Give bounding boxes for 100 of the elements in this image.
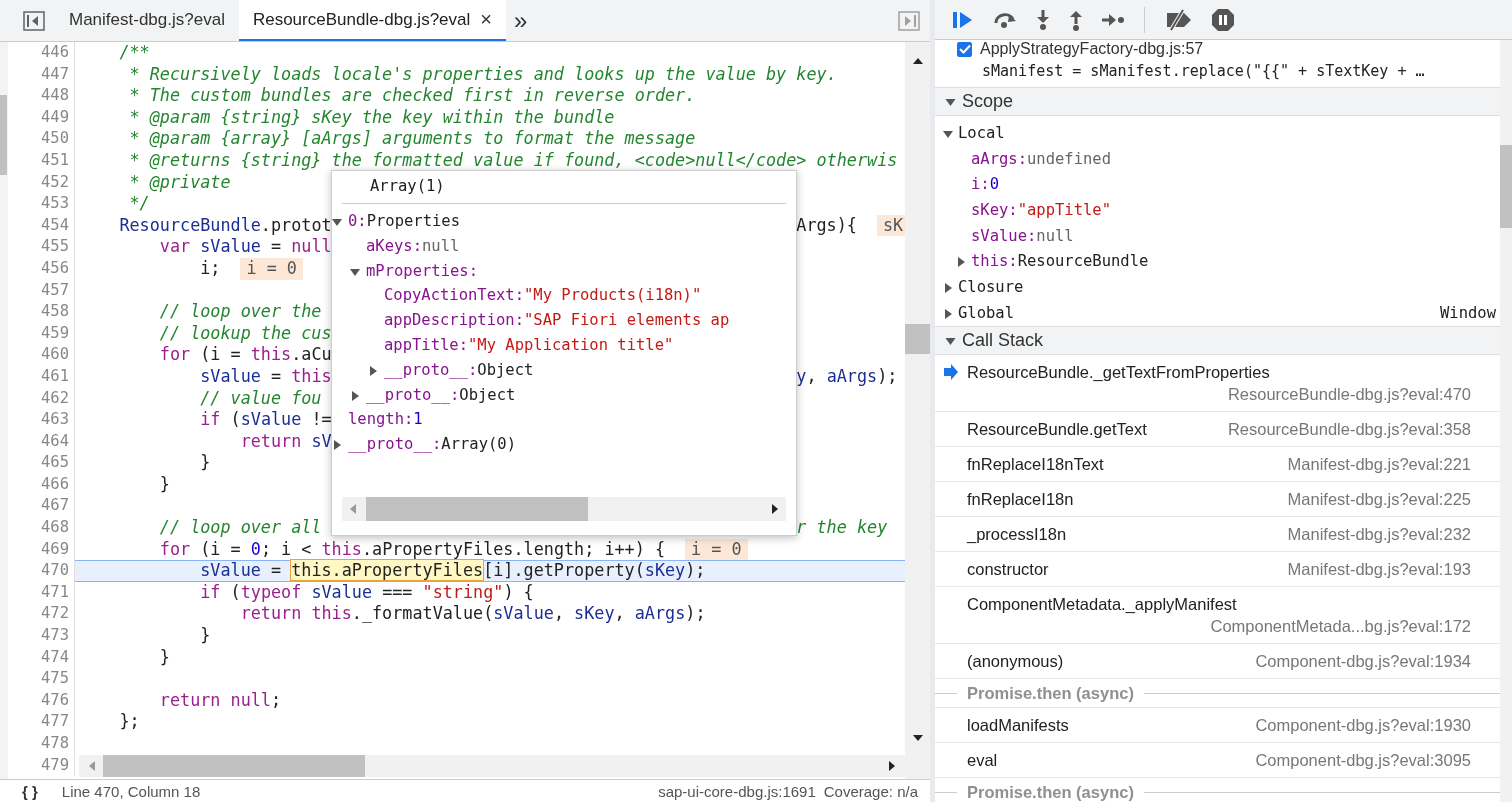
more-tabs-button[interactable]: » xyxy=(513,6,528,35)
code-line: */ xyxy=(128,193,150,215)
line-number: 464 xyxy=(8,430,75,453)
property-entry: __proto__:Object xyxy=(366,385,516,404)
code-line: r the key xyxy=(796,517,888,539)
vertical-scrollbar[interactable] xyxy=(905,42,930,779)
code-line: } xyxy=(158,473,170,496)
scroll-right-icon[interactable] xyxy=(770,503,780,515)
code-line: * The custom bundles are checked first in reverse order. xyxy=(128,85,696,107)
scrollbar-thumb[interactable] xyxy=(1500,145,1512,228)
code-line: i; xyxy=(199,257,221,280)
scope-group[interactable]: Global xyxy=(958,300,1014,327)
source-link[interactable]: sap-ui-core-dbg.js:1691 xyxy=(658,782,816,800)
source-location[interactable]: Component-dbg.js?eval:1934 xyxy=(1255,650,1471,672)
line-number: 460 xyxy=(8,344,75,366)
pretty-print-button[interactable]: { } xyxy=(22,782,38,800)
stop-pause-icon xyxy=(1211,7,1235,32)
scroll-up-icon[interactable] xyxy=(911,56,924,66)
call-frame[interactable]: ResourceBundle.getText ResourceBundle-dbg.js?eval:358 xyxy=(935,412,1500,447)
variable-entry: sKey:"appTitle" xyxy=(971,200,1111,222)
caret-right-icon[interactable] xyxy=(943,283,953,294)
line-number: 479 xyxy=(8,754,75,777)
code-line: var sValue = null xyxy=(158,236,332,258)
caret-down-icon[interactable] xyxy=(945,335,956,346)
popover-title: Array(1) xyxy=(342,171,786,204)
checkbox[interactable] xyxy=(957,41,972,57)
sidebar-toggle-icon[interactable] xyxy=(23,10,45,31)
caret-right-icon[interactable] xyxy=(350,390,360,401)
function-name: _processI18n xyxy=(967,524,1067,545)
property-entry: appTitle:"My Application title" xyxy=(384,336,674,354)
source-location[interactable]: Manifest-dbg.js?eval:225 xyxy=(1287,488,1471,510)
code-line: } xyxy=(158,646,170,669)
source-location[interactable]: Manifest-dbg.js?eval:232 xyxy=(1287,523,1471,545)
code-line: y, aArgs); xyxy=(796,365,898,388)
code-line: return this._formatValue(sValue, sKey, aArgs); xyxy=(239,603,706,626)
coverage-status: Coverage: n/a xyxy=(823,782,918,800)
scrollbar-thumb[interactable] xyxy=(103,755,365,777)
scroll-right-icon[interactable] xyxy=(887,760,897,772)
scope-group[interactable]: Local xyxy=(958,121,1005,147)
code-line: * @param {string} sKey the key within the bundle xyxy=(128,106,615,129)
sidebar-toggle-icon[interactable] xyxy=(898,10,920,31)
horizontal-scrollbar[interactable] xyxy=(342,497,786,521)
scope-group[interactable]: Closure xyxy=(958,275,1024,301)
caret-down-icon[interactable] xyxy=(943,129,953,139)
line-number: 477 xyxy=(8,711,75,733)
file-tab[interactable]: Manifest-dbg.js?eval xyxy=(55,0,239,41)
source-location[interactable]: Manifest-dbg.js?eval:193 xyxy=(1287,558,1471,580)
section-header[interactable]: Call Stack xyxy=(935,326,1500,355)
scrollbar-thumb[interactable] xyxy=(366,497,588,521)
inline-value: i = 0 xyxy=(685,538,748,561)
call-frame[interactable]: ComponentMetadata._applyManifest ComponentMetada...bg.js?eval:172 xyxy=(935,587,1500,644)
function-name: ResourceBundle.getText xyxy=(967,419,1147,440)
line-number: 452 xyxy=(8,171,75,194)
code-line: } xyxy=(199,452,211,474)
step-into-icon xyxy=(1035,8,1051,31)
source-location[interactable]: Component-dbg.js?eval:3095 xyxy=(1255,749,1471,771)
call-frame[interactable]: (anonymous) Component-dbg.js?eval:1934 xyxy=(935,644,1500,679)
async-separator: Promise.then (async) xyxy=(967,683,1134,703)
call-frame[interactable]: _processI18n Manifest-dbg.js?eval:232 xyxy=(935,517,1500,552)
call-frame[interactable]: constructor Manifest-dbg.js?eval:193 xyxy=(935,552,1500,587)
variable-entry: this:ResourceBundle xyxy=(971,251,1149,273)
source-location[interactable]: ResourceBundle-dbg.js?eval:470 xyxy=(1227,383,1471,405)
caret-down-icon[interactable] xyxy=(350,266,360,277)
line-number: 468 xyxy=(8,517,75,539)
caret-down-icon[interactable] xyxy=(332,217,342,227)
caret-right-icon[interactable] xyxy=(956,257,966,268)
property-entry: __proto__:Object xyxy=(384,360,534,379)
file-tab[interactable]: ResourceBundle-dbg.js?eval × xyxy=(238,0,506,41)
code-line: sValue = this xyxy=(199,365,332,388)
call-frame[interactable]: loadManifests Component-dbg.js?eval:1930 xyxy=(935,708,1500,743)
code-line: * @param {array} [aArgs] arguments to format the message xyxy=(128,128,696,150)
code-line: return null; xyxy=(158,689,282,712)
call-frame[interactable]: eval Component-dbg.js?eval:3095 xyxy=(935,743,1500,778)
code-line: * @private xyxy=(128,171,231,194)
breakpoint-label[interactable]: ApplyStrategyFactory-dbg.js:57 xyxy=(980,40,1204,58)
close-icon[interactable]: × xyxy=(480,8,492,31)
source-location[interactable]: Component-dbg.js?eval:1930 xyxy=(1255,714,1471,736)
horizontal-scrollbar[interactable] xyxy=(79,755,905,777)
code-line: }; xyxy=(118,711,140,733)
call-frame[interactable]: ResourceBundle._getTextFromProperties ResourceBundle-dbg.js?eval:470 xyxy=(935,355,1500,412)
caret-right-icon[interactable] xyxy=(368,365,378,376)
slashed-tag-icon xyxy=(1164,8,1194,31)
scrollbar-thumb[interactable] xyxy=(0,95,7,175)
source-location[interactable]: ComponentMetada...bg.js?eval:172 xyxy=(1210,615,1471,637)
caret-right-icon[interactable] xyxy=(943,308,953,319)
call-frame[interactable]: fnReplaceI18n Manifest-dbg.js?eval:225 xyxy=(935,482,1500,517)
property-entry: 0:Properties xyxy=(348,212,460,230)
caret-down-icon[interactable] xyxy=(945,96,956,107)
function-name: (anonymous) xyxy=(967,651,1064,672)
code-line: // loop over the xyxy=(158,301,322,323)
line-number: 466 xyxy=(8,473,75,496)
caret-right-icon[interactable] xyxy=(332,440,342,451)
line-number: 455 xyxy=(8,236,75,258)
source-location[interactable]: Manifest-dbg.js?eval:221 xyxy=(1287,453,1471,475)
call-frame[interactable]: fnReplaceI18nText Manifest-dbg.js?eval:221 xyxy=(935,447,1500,482)
section-header[interactable]: Scope xyxy=(935,88,1500,116)
scrollbar-thumb[interactable] xyxy=(905,324,930,354)
source-location[interactable]: ResourceBundle-dbg.js?eval:358 xyxy=(1227,418,1471,440)
scroll-down-icon[interactable] xyxy=(911,733,924,743)
code-line: for (i = this.aCu xyxy=(158,344,332,366)
